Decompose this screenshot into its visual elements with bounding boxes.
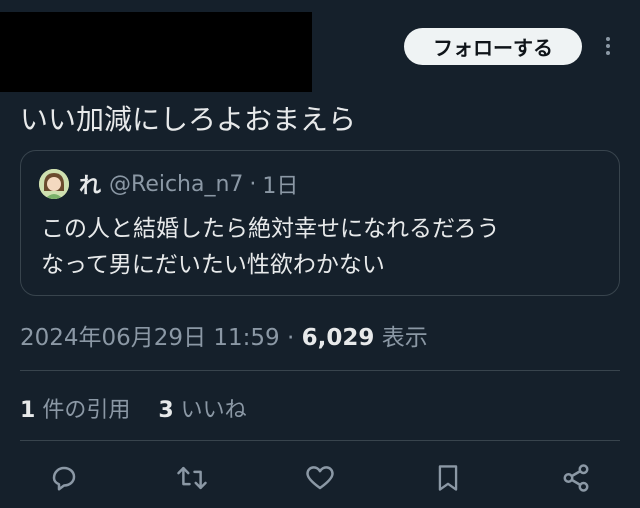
tweet-meta: 2024年06月29日 11:59 · 6,029 表示: [20, 318, 428, 352]
separator-dot: ·: [286, 325, 295, 351]
quotes-count: 1: [20, 398, 36, 423]
view-count: 6,029: [301, 325, 375, 351]
quotes-stat[interactable]: 1 件の引用: [20, 398, 130, 423]
likes-stat[interactable]: 3 いいね: [158, 398, 246, 423]
likes-count: 3: [158, 398, 174, 423]
action-bar: [0, 458, 640, 498]
share-icon[interactable]: [556, 458, 596, 498]
quotes-label: 件の引用: [42, 398, 131, 423]
separator-dot: ·: [249, 171, 257, 197]
more-options-icon[interactable]: [598, 34, 618, 60]
quoted-text-line: なって男にだいたい性欲わかない: [41, 252, 385, 278]
quoted-author-handle[interactable]: @Reicha_n7: [109, 172, 243, 197]
quoted-timestamp[interactable]: 1日: [262, 168, 298, 200]
reply-icon[interactable]: [44, 458, 84, 498]
quoted-text-line: この人と結婚したら絶対幸せになれるだろう: [41, 216, 500, 242]
avatar[interactable]: [39, 169, 69, 199]
tweet-datetime[interactable]: 2024年06月29日 11:59: [20, 325, 280, 351]
engagement-stats: 1 件の引用 3 いいね: [20, 392, 247, 424]
like-icon[interactable]: [300, 458, 340, 498]
divider: [20, 440, 620, 441]
views-label: 表示: [381, 325, 428, 351]
retweet-icon[interactable]: [172, 458, 212, 498]
quoted-author-name[interactable]: れ: [79, 168, 101, 200]
quoted-tweet[interactable]: れ @Reicha_n7 · 1日 この人と結婚したら絶対幸せになれるだろう な…: [20, 150, 620, 296]
follow-button[interactable]: フォローする: [404, 28, 582, 65]
redacted-author-block: [0, 12, 312, 92]
quoted-tweet-header: れ @Reicha_n7 · 1日: [39, 169, 298, 199]
divider: [20, 370, 620, 371]
bookmark-icon[interactable]: [428, 458, 468, 498]
likes-label: いいね: [180, 398, 247, 423]
quoted-tweet-text: この人と結婚したら絶対幸せになれるだろう なって男にだいたい性欲わかない: [41, 211, 500, 283]
tweet-text: いい加減にしろよおまえら: [20, 103, 357, 136]
